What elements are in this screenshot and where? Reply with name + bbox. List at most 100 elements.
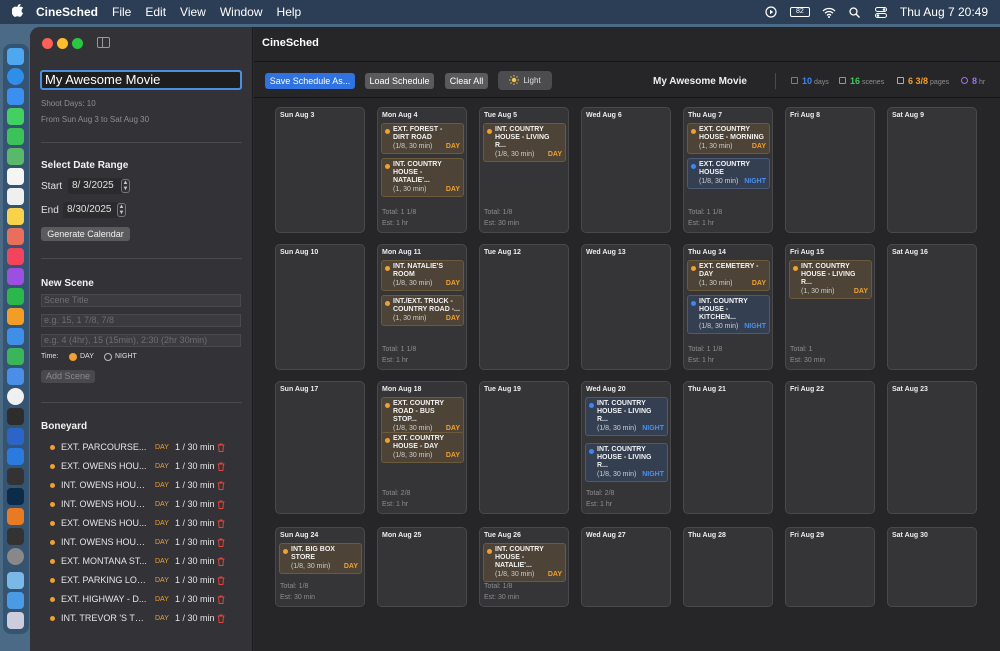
end-date-stepper[interactable]: ▲ ▼ [117,203,126,217]
bookmark-dock-icon[interactable] [7,368,24,385]
calendar-day-cell[interactable]: Tue Aug 19 [479,381,569,514]
calendar-day-cell[interactable]: Sun Aug 3 [275,107,365,233]
facetime-dock-icon[interactable] [7,128,24,145]
boneyard-item[interactable]: EXT. PARKING LOT... DAY 1 / 30 min [50,573,245,587]
trash-icon[interactable] [217,595,225,604]
add-scene-button[interactable]: Add Scene [41,370,95,383]
calendar-day-cell[interactable]: Wed Aug 27 [581,527,671,607]
menu-help[interactable]: Help [277,5,302,19]
pages-dock-icon[interactable] [7,308,24,325]
generate-calendar-button[interactable]: Generate Calendar [41,227,130,241]
trash-icon[interactable] [217,538,225,547]
photoshop-dock-icon[interactable] [7,488,24,505]
menu-edit[interactable]: Edit [145,5,166,19]
finder-dock-icon[interactable] [7,48,24,65]
calendar-day-cell[interactable]: Mon Aug 4 EXT. FOREST - DIRT ROAD (1/8, 30… [377,107,467,233]
safari-dock-icon[interactable] [7,68,24,85]
theme-toggle-button[interactable]: Light [498,71,552,90]
boneyard-item[interactable]: EXT. PARCOURSE... DAY 1 / 30 min [50,440,245,454]
calendar-day-cell[interactable]: Wed Aug 6 [581,107,671,233]
spotlight-search-icon[interactable] [848,6,862,18]
calendar-day-cell[interactable]: Tue Aug 12 [479,244,569,370]
scene-card[interactable]: INT./EXT. TRUCK - COUNTRY ROAD -... (1, 3… [381,295,464,326]
disk-utility-dock-icon[interactable] [7,548,24,565]
scene-card[interactable]: INT. BIG BOX STORE (1/8, 30 min) DAY [279,543,362,574]
calendar-day-cell[interactable]: Thu Aug 28 [683,527,773,607]
boneyard-item[interactable]: INT. TREVOR 'S TR... DAY 1 / 30 min [50,611,245,625]
trash-icon[interactable] [217,443,225,452]
calendar-day-cell[interactable]: Tue Aug 5 INT. COUNTRY HOUSE - LIVING R..… [479,107,569,233]
numbers-dock-icon[interactable] [7,348,24,365]
mail-dock-icon[interactable] [7,88,24,105]
scene-card[interactable]: INT. COUNTRY HOUSE - NATALIE'... (1/8, 30… [483,543,566,582]
scene-card[interactable]: INT. COUNTRY HOUSE - LIVING R... (1/8, 30… [483,123,566,162]
minimize-window-button[interactable] [57,38,68,49]
calendar-day-cell[interactable]: Thu Aug 7 EXT. COUNTRY HOUSE - MORNING (1,… [683,107,773,233]
calendar-day-cell[interactable]: Sat Aug 9 [887,107,977,233]
scene-card[interactable]: EXT. COUNTRY HOUSE - MORNING (1, 30 min) D… [687,123,770,154]
calendar-day-cell[interactable]: Mon Aug 25 [377,527,467,607]
tv-dock-icon[interactable] [7,288,24,305]
sidebar-toggle-icon[interactable] [97,37,110,48]
control-center-icon[interactable] [874,6,888,18]
calendar-day-cell[interactable]: Thu Aug 21 [683,381,773,514]
podcasts-dock-icon[interactable] [7,268,24,285]
trash-icon[interactable] [217,614,225,623]
xcode-dock-icon[interactable] [7,428,24,445]
resolve-dock-icon[interactable] [7,468,24,485]
calendar-day-cell[interactable]: Thu Aug 14 EXT. CEMETERY - DAY (1, 30 min)… [683,244,773,370]
downloads-dock-icon[interactable] [7,572,24,589]
night-radio[interactable] [104,353,112,361]
maps-dock-icon[interactable] [7,148,24,165]
menu-app-name[interactable]: CineSched [36,5,98,19]
calendar-day-cell[interactable]: Fri Aug 8 [785,107,875,233]
calendar-day-cell[interactable]: Sat Aug 16 [887,244,977,370]
calendar-day-cell[interactable]: Sat Aug 30 [887,527,977,607]
trash-dock-icon[interactable] [7,612,24,629]
app-store-dock-icon[interactable] [7,408,24,425]
folder-dock-icon[interactable] [7,592,24,609]
load-schedule-button[interactable]: Load Schedule [365,73,434,89]
scene-card[interactable]: INT. NATALIE'S ROOM (1/8, 30 min) DAY [381,260,464,291]
blender-dock-icon[interactable] [7,508,24,525]
calendar-day-cell[interactable]: Fri Aug 15 INT. COUNTRY HOUSE - LIVING R.… [785,244,875,370]
boneyard-item[interactable]: INT. OWENS HOUS... DAY 1 / 30 min [50,535,245,549]
messages-dock-icon[interactable] [7,108,24,125]
calendar-day-cell[interactable]: Wed Aug 13 [581,244,671,370]
calendar-day-cell[interactable]: Wed Aug 20 INT. COUNTRY HOUSE - LIVING R.… [581,381,671,514]
calendar-day-cell[interactable]: Sat Aug 23 [887,381,977,514]
trash-icon[interactable] [217,481,225,490]
music-dock-icon[interactable] [7,248,24,265]
menu-view[interactable]: View [180,5,206,19]
scene-title-input[interactable]: Scene Title [41,294,241,307]
scene-card[interactable]: INT. COUNTRY HOUSE - LIVING R... (1/8, 30… [585,397,668,436]
sync-dock-icon[interactable] [7,448,24,465]
trash-icon[interactable] [217,500,225,509]
calendar-dock-icon[interactable] [7,168,24,185]
chrome-dock-icon[interactable] [7,388,24,405]
calendar-day-cell[interactable]: Tue Aug 26 INT. COUNTRY HOUSE - NATALIE'.… [479,527,569,607]
project-title-input[interactable]: My Awesome Movie [40,70,242,90]
duration-input[interactable]: e.g. 4 (4hr), 15 (15min), 2:30 (2hr 30mi… [41,334,241,347]
start-date-stepper[interactable]: ▲ ▼ [121,179,130,193]
start-date-field[interactable]: 8/ 3/2025 [68,178,123,194]
zoom-window-button[interactable] [72,38,83,49]
boneyard-item[interactable]: INT. OWENS HOUS... DAY 1 / 30 min [50,478,245,492]
scene-card[interactable]: INT. COUNTRY HOUSE - LIVING R... (1, 30 m… [789,260,872,299]
end-date-field[interactable]: 8/30/2025 [63,202,118,218]
scene-card[interactable]: EXT. COUNTRY ROAD - BUS STOP... (1/8, 30 … [381,397,464,436]
calendar-day-cell[interactable]: Fri Aug 29 [785,527,875,607]
trash-icon[interactable] [217,557,225,566]
clear-all-button[interactable]: Clear All [445,73,488,89]
day-radio[interactable] [69,353,77,361]
boneyard-item[interactable]: EXT. MONTANA ST... DAY 1 / 30 min [50,554,245,568]
menu-window[interactable]: Window [220,5,263,19]
trash-icon[interactable] [217,462,225,471]
save-schedule-button[interactable]: Save Schedule As... [265,73,355,89]
scene-card[interactable]: EXT. FOREST - DIRT ROAD (1/8, 30 min) DAY [381,123,464,154]
reminders-dock-icon[interactable] [7,188,24,205]
boneyard-item[interactable]: INT. OWENS HOUS... DAY 1 / 30 min [50,497,245,511]
menu-file[interactable]: File [112,5,131,19]
calendar-day-cell[interactable]: Fri Aug 22 [785,381,875,514]
apple-icon[interactable] [11,4,26,20]
